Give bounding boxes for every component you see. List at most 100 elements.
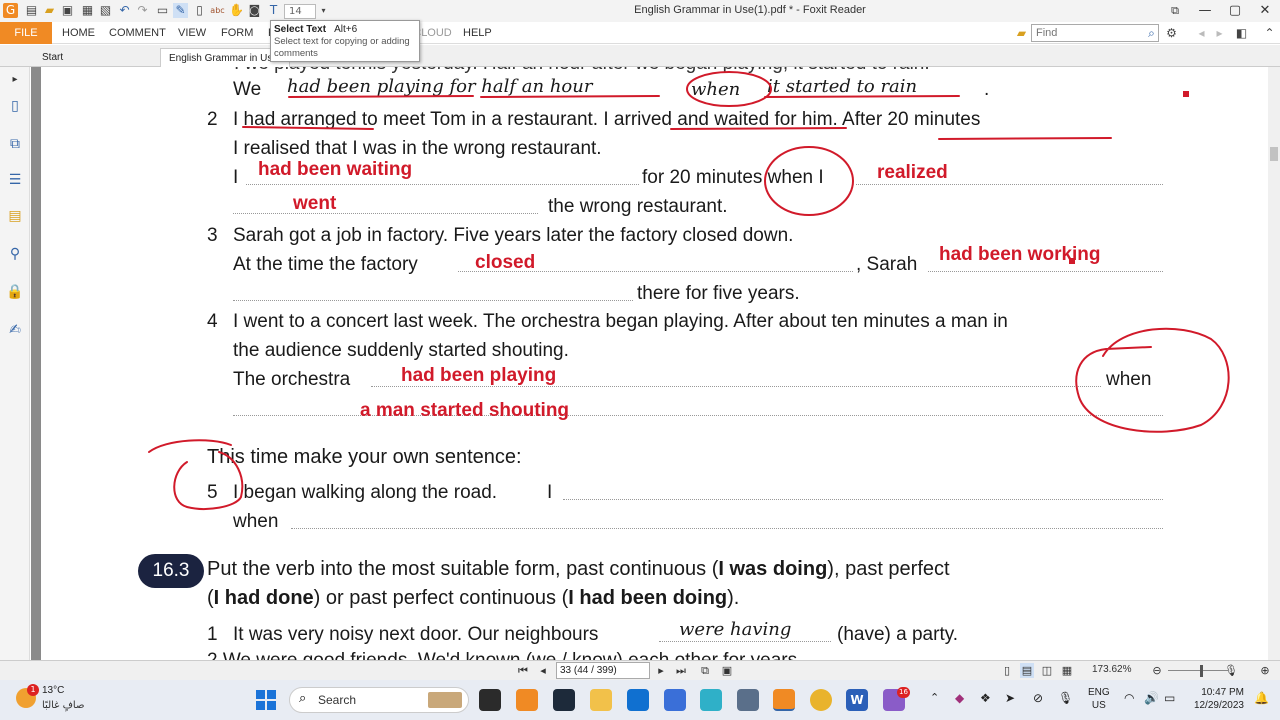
redo-icon[interactable]: ↷ (135, 3, 150, 18)
forward-icon[interactable]: ▸ (1212, 26, 1227, 41)
wifi-icon[interactable]: ◠ (1124, 692, 1134, 705)
typewriter-icon[interactable]: ▭ (155, 3, 170, 18)
open-icon[interactable]: ▤ (24, 3, 39, 18)
restore-ribbon-icon[interactable]: ⧉ (1160, 1, 1190, 21)
file-explorer-icon[interactable] (590, 689, 612, 711)
clock[interactable]: 10:47 PM 12/29/2023 (1190, 686, 1244, 712)
file-menu[interactable]: FILE (0, 22, 52, 44)
outlook-icon[interactable] (664, 689, 686, 711)
pdf-page[interactable]: I we played tennis yesterday. Half an ho… (41, 67, 1268, 660)
dropdown-arrow-icon[interactable]: ▾ (316, 3, 331, 18)
first-page-icon[interactable]: ⏮ (516, 663, 530, 678)
continuous-facing-icon[interactable]: ▦ (1060, 663, 1074, 678)
microphone-icon[interactable]: 🎙 (1224, 663, 1238, 678)
facing-page-icon[interactable]: ◫ (1040, 663, 1054, 678)
snapshot-icon[interactable]: ◙ (247, 3, 262, 18)
store-icon[interactable] (627, 689, 649, 711)
single-page-icon[interactable]: ▯ (1000, 663, 1014, 678)
layers-icon[interactable]: ☰ (6, 171, 24, 189)
security-lock-icon[interactable]: 🔒 (6, 283, 24, 301)
folder-icon[interactable]: ▰ (1014, 26, 1029, 41)
undo-icon[interactable]: ↶ (117, 3, 132, 18)
weather-temperature[interactable]: 13°C (42, 685, 64, 696)
pen-icon[interactable]: ✎ (173, 3, 188, 18)
expand-panel-icon[interactable]: ▸ (6, 71, 24, 89)
last-page-icon[interactable]: ⏭ (674, 663, 688, 678)
tray-app-icon[interactable]: ◆ (955, 692, 964, 705)
vertical-scrollbar[interactable] (1268, 67, 1280, 660)
document-view[interactable]: I we played tennis yesterday. Half an ho… (31, 67, 1268, 660)
zoom-level[interactable]: 173.62% (1092, 664, 1131, 675)
q5-blank-2 (291, 527, 1163, 529)
font-size-field[interactable]: 14 (284, 4, 316, 19)
terminal-app-icon[interactable] (553, 689, 575, 711)
spellcheck-icon[interactable]: abc (210, 3, 225, 18)
notifications-bell-icon[interactable]: 🔔 (1254, 692, 1269, 705)
q3-text2: At the time the factory (233, 254, 418, 275)
menu-help[interactable]: HELP (463, 27, 492, 39)
hand-tool-icon[interactable]: ✋ (229, 3, 244, 18)
folder-icon[interactable]: ▰ (42, 3, 57, 18)
find-input[interactable] (1031, 24, 1159, 42)
zoom-out-icon[interactable]: ⊖ (1150, 663, 1164, 678)
menu-home[interactable]: HOME (62, 27, 95, 39)
prev-page-icon[interactable]: ◂ (536, 663, 550, 678)
q2-mid: for 20 minutes when I (642, 167, 824, 188)
foxit-app-icon[interactable] (516, 689, 538, 711)
account-icon[interactable]: ◧ (1234, 26, 1249, 41)
scrollbar-thumb[interactable] (1270, 147, 1278, 161)
battery-icon[interactable]: ▭ (1164, 692, 1175, 705)
tooltip-shortcut: Alt+6 (334, 24, 358, 35)
weather-description[interactable]: صافٍ غالبًا (42, 700, 84, 711)
settings-icon[interactable]: ⚙ (1164, 26, 1179, 41)
menu-comment[interactable]: COMMENT (109, 27, 166, 39)
continuous-page-icon[interactable]: ▤ (1020, 663, 1034, 678)
comments-icon[interactable]: ▤ (6, 207, 24, 225)
note-icon[interactable]: ▯ (192, 3, 207, 18)
tray-overflow-icon[interactable]: ⌃ (930, 692, 939, 705)
zoom-slider-handle[interactable] (1200, 665, 1203, 677)
print-icon[interactable]: ▣ (60, 3, 75, 18)
e1-blank (659, 640, 831, 642)
properties-icon[interactable]: ▦ (80, 3, 95, 18)
page-thumbnail-icon[interactable]: ▯ (6, 97, 24, 115)
tab-start[interactable]: Start (34, 48, 154, 67)
word-icon[interactable]: W (846, 689, 868, 711)
save-icon[interactable]: ▧ (98, 3, 113, 18)
maximize-button[interactable]: ▢ (1220, 1, 1250, 21)
volume-icon[interactable]: 🔊 (1144, 692, 1159, 705)
language-indicator[interactable]: ENG US (1088, 686, 1110, 712)
copy-view-icon[interactable]: ⧉ (698, 663, 712, 678)
close-button[interactable]: ✕ (1250, 1, 1280, 21)
microphone-tray-icon[interactable]: 🎙 (1058, 692, 1073, 705)
zoom-in-icon[interactable]: ⊕ (1258, 663, 1272, 678)
select-text-icon[interactable]: T (266, 3, 281, 18)
zoom-slider[interactable] (1168, 670, 1228, 671)
task-view-icon[interactable] (479, 689, 501, 711)
dropbox-icon[interactable]: ❖ (980, 692, 991, 705)
back-icon[interactable]: ◂ (1194, 26, 1209, 41)
network-off-icon[interactable]: ⊘ (1033, 692, 1043, 705)
taskbar-search[interactable]: ⌕ Search (289, 687, 469, 713)
q1-handwriting-c: it started to rain (767, 76, 918, 97)
search-icon[interactable]: ⌕ (1144, 26, 1159, 41)
minimize-button[interactable]: — (1190, 1, 1220, 21)
menu-view[interactable]: VIEW (178, 27, 206, 39)
chrome-icon[interactable] (810, 689, 832, 711)
telegram-icon[interactable]: ➤ (1005, 692, 1015, 705)
q3-mid: , Sarah (856, 254, 918, 275)
remote-app-icon[interactable] (737, 689, 759, 711)
next-page-icon[interactable]: ▸ (654, 663, 668, 678)
fit-view-icon[interactable]: ▣ (720, 663, 734, 678)
page-number-field[interactable]: 33 (44 / 399) (556, 662, 650, 679)
start-windows-icon[interactable] (256, 690, 276, 710)
attachment-icon[interactable]: ⚲ (6, 245, 24, 263)
edge-icon[interactable] (700, 689, 722, 711)
signature-icon[interactable]: ✍ (6, 321, 24, 339)
heading-bold: I had been doing (568, 587, 728, 609)
ribbon-toggle-icon[interactable]: ⌃ (1262, 26, 1277, 41)
pages-icon[interactable]: ⧉ (6, 135, 24, 153)
menu-form[interactable]: FORM (221, 27, 253, 39)
notification-badge: 16 (897, 687, 910, 698)
foxit-active-icon[interactable] (773, 689, 795, 711)
